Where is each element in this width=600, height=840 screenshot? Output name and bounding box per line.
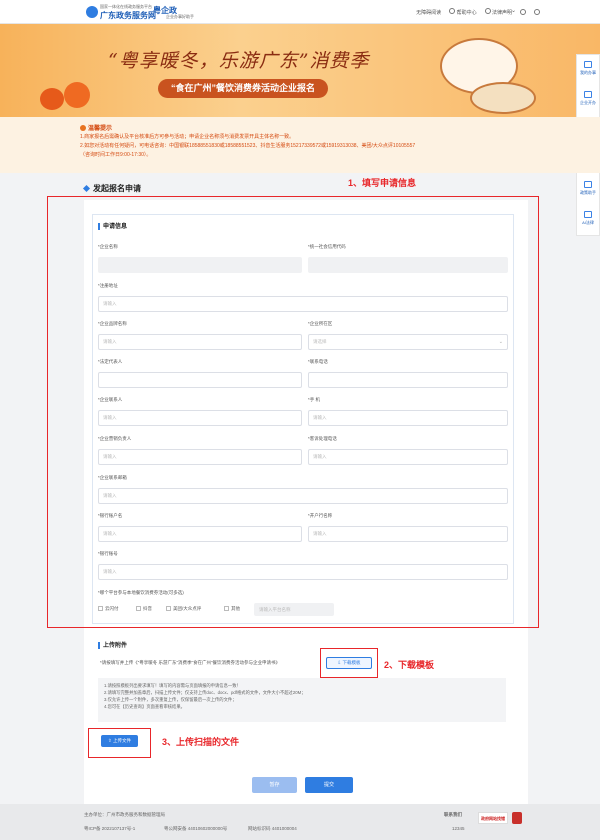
- ai-icon: [584, 211, 592, 218]
- gov-logo-icon[interactable]: [86, 6, 98, 18]
- logo-small-text: 国家一体化在线政务服务平台: [100, 4, 152, 9]
- building-icon: [584, 91, 592, 98]
- annotation-box-template: [320, 648, 378, 678]
- side-item-policy[interactable]: 政策助手: [577, 175, 599, 205]
- footer-contact-label[interactable]: 联系我们: [444, 812, 462, 818]
- persimmon-decoration: [40, 88, 64, 110]
- annotation-box-form: [47, 196, 539, 628]
- annotation-step3: 3、上传扫描的文件: [162, 737, 240, 747]
- alert-icon: [80, 125, 86, 132]
- side-item-ai[interactable]: AI法律: [577, 205, 599, 235]
- policy-icon: [584, 181, 592, 188]
- tip-line: 1.请按照模板列出要求填写！填写的内容需与页面填报的申请信息一致！: [104, 683, 241, 688]
- notice-line: （咨询时间工作日9:00-17:30）。: [80, 152, 152, 158]
- annotation-step1: 1、填写申请信息: [348, 178, 417, 188]
- page: 国家一体化在线政务服务平台 广东政务服务网 粤企政 企业办事好助手 无障碍阅读 …: [0, 0, 600, 840]
- legal-icon: [484, 8, 491, 14]
- party-seal-icon[interactable]: [512, 812, 522, 824]
- submit-button[interactable]: 提交: [305, 777, 353, 793]
- tip-line: 3.仅允许上传一个附件，多次重复上传，仅保留最后一次上传的文件；: [104, 697, 237, 702]
- footer-contact-number: 12345: [452, 826, 465, 831]
- accessibility-link[interactable]: 无障碍阅读: [416, 9, 441, 16]
- document-icon: [584, 61, 592, 68]
- notice-title: 温馨提示: [80, 123, 112, 132]
- footer-site-code: 网站标识码 4401000004: [248, 826, 297, 831]
- bell-icon[interactable]: [520, 9, 526, 15]
- notice-panel: 温馨提示 1.商家报名后需确认及平台核准后方可参与活动；申请企业名称须与消费发票…: [0, 117, 600, 173]
- logo-title[interactable]: 广东政务服务网: [100, 10, 156, 21]
- side-item-company-open[interactable]: 企业开办: [577, 85, 599, 115]
- footer-police[interactable]: 粤公网安备 44010602000000号: [164, 826, 227, 832]
- annotation-box-upload: [88, 728, 151, 758]
- chevron-down-icon[interactable]: ⌄: [511, 7, 516, 14]
- persimmon-decoration: [64, 82, 90, 108]
- help-icon: [449, 8, 456, 14]
- promo-banner: “粤享暖冬，乐游广东”消费季 “食在广州”餐饮消费券活动企业报名: [0, 24, 600, 117]
- dumpling-plate-decoration: [470, 82, 536, 114]
- top-header: 国家一体化在线政务服务平台 广东政务服务网 粤企政 企业办事好助手 无障碍阅读 …: [0, 0, 600, 24]
- banner-title: “粤享暖冬，乐游广东”消费季: [108, 50, 370, 72]
- side-item-my-affairs[interactable]: 我的办事: [577, 55, 599, 85]
- tip-line: 4.您可在【历史查询】页面查看审核结果。: [104, 704, 185, 709]
- tip-line: 2.请填写完整并加盖章后，扫描上传文件；仅支持上传doc、docx、pdf格式的…: [104, 690, 306, 695]
- footer-icp[interactable]: 粤ICP备 2022107137号-1: [84, 826, 135, 832]
- upload-title: 上传附件: [98, 640, 127, 649]
- upload-tips: 1.请按照模板列出要求填写！填写的内容需与页面填报的申请信息一致！ 2.请填写完…: [98, 678, 506, 722]
- section-title: 发起报名申请: [84, 183, 141, 194]
- banner-subtitle: “食在广州”餐饮消费券活动企业报名: [158, 79, 328, 98]
- footer-sponsor: 主办单位：广州市政务服务和数据管理局: [84, 812, 165, 817]
- upload-note: *请按填写并上传《“粤享暖冬 乐游广东”消费季“食在广州”餐饮消费券活动参与企业…: [100, 660, 280, 665]
- header-links: 无障碍阅读 帮助中心 法律声明: [416, 8, 540, 16]
- yueqizheng-sub: 企业办事好助手: [166, 14, 194, 19]
- footer: [0, 804, 600, 840]
- help-center-link[interactable]: 帮助中心: [449, 8, 477, 16]
- gov-site-error-badge[interactable]: 政府网站找错: [478, 812, 508, 824]
- user-icon[interactable]: [534, 9, 540, 15]
- save-draft-button[interactable]: 暂存: [252, 777, 297, 793]
- legal-link[interactable]: 法律声明: [484, 8, 512, 16]
- notice-line: 1.商家报名后需确认及平台核准后方可参与活动；申请企业名称须与消费发票开具主体名…: [80, 134, 295, 140]
- notice-line: 2.如您对活动有任何疑问，可电话咨询：中国银联18588551830或18588…: [80, 143, 416, 149]
- annotation-step2: 2、下载模板: [384, 660, 435, 670]
